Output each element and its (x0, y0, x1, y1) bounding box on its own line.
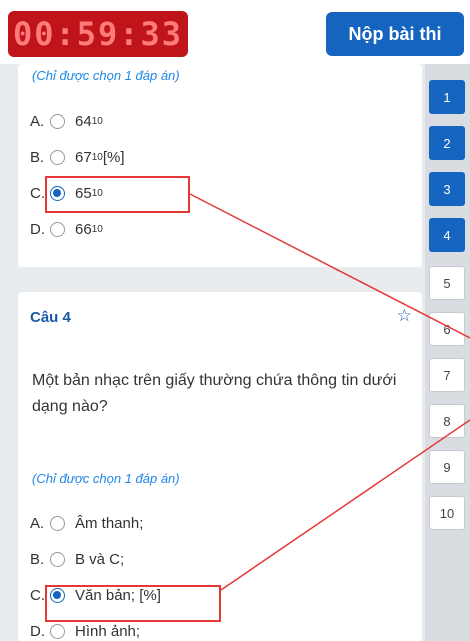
radio-button[interactable] (50, 515, 65, 531)
question-title: Câu 4 (30, 309, 71, 326)
option-letter: D. (30, 622, 45, 640)
nav-question-3[interactable]: 3 (429, 172, 465, 206)
option-b[interactable]: B. 67 10 [%] (30, 144, 125, 170)
question-area: (Chỉ được chọn 1 đáp án) A. 64 10 B. 67 10… (0, 64, 425, 641)
option-letter: B. (30, 148, 45, 166)
option-subscript: 10 (91, 223, 103, 235)
nav-question-4[interactable]: 4 (429, 218, 465, 252)
option-suffix: [%] (102, 148, 125, 166)
radio-button[interactable] (50, 221, 65, 237)
question-text: Một bản nhạc trên giấy thường chứa thông… (32, 372, 397, 415)
option-letter: A. (30, 514, 45, 532)
option-label: B và C; (75, 550, 125, 568)
option-a[interactable]: A. Âm thanh; (30, 510, 143, 536)
option-letter: D. (30, 220, 45, 238)
radio-button[interactable] (50, 113, 65, 129)
radio-button[interactable] (50, 149, 65, 165)
radio-button[interactable] (50, 623, 65, 639)
single-choice-hint: (Chỉ được chọn 1 đáp án) (32, 471, 180, 486)
question-navigator: 1 2 3 4 5 6 7 8 9 10 (425, 64, 470, 641)
option-value: 64 (75, 112, 92, 130)
option-letter: B. (30, 550, 45, 568)
nav-question-6[interactable]: 6 (429, 312, 465, 346)
nav-question-10[interactable]: 10 (429, 496, 465, 530)
radio-button[interactable] (50, 551, 65, 567)
submit-exam-button[interactable]: Nộp bài thi (326, 12, 464, 56)
nav-question-1[interactable]: 1 (429, 80, 465, 114)
nav-question-2[interactable]: 2 (429, 126, 465, 160)
top-bar: 00:59:33 Nộp bài thi (0, 0, 470, 64)
option-subscript: 10 (91, 151, 103, 163)
single-choice-hint: (Chỉ được chọn 1 đáp án) (32, 68, 180, 83)
nav-question-8[interactable]: 8 (429, 404, 465, 438)
question-card-3: (Chỉ được chọn 1 đáp án) A. 64 10 B. 67 10… (18, 64, 422, 267)
option-value: 67 (75, 148, 92, 166)
nav-question-5[interactable]: 5 (429, 266, 465, 300)
option-d[interactable]: D. 66 10 (30, 216, 103, 242)
option-label: Hình ảnh; (75, 622, 141, 640)
star-bookmark-icon[interactable]: ☆ (397, 306, 412, 326)
countdown-timer: 00:59:33 (8, 11, 188, 57)
option-subscript: 10 (91, 115, 103, 127)
highlight-box-q4 (45, 585, 221, 622)
option-letter: A. (30, 112, 45, 130)
option-label: Âm thanh; (75, 514, 144, 532)
nav-question-9[interactable]: 9 (429, 450, 465, 484)
option-a[interactable]: A. 64 10 (30, 108, 103, 134)
option-value: 66 (75, 220, 92, 238)
highlight-box-q3 (45, 176, 190, 213)
nav-question-7[interactable]: 7 (429, 358, 465, 392)
option-b[interactable]: B. B và C; (30, 546, 124, 572)
